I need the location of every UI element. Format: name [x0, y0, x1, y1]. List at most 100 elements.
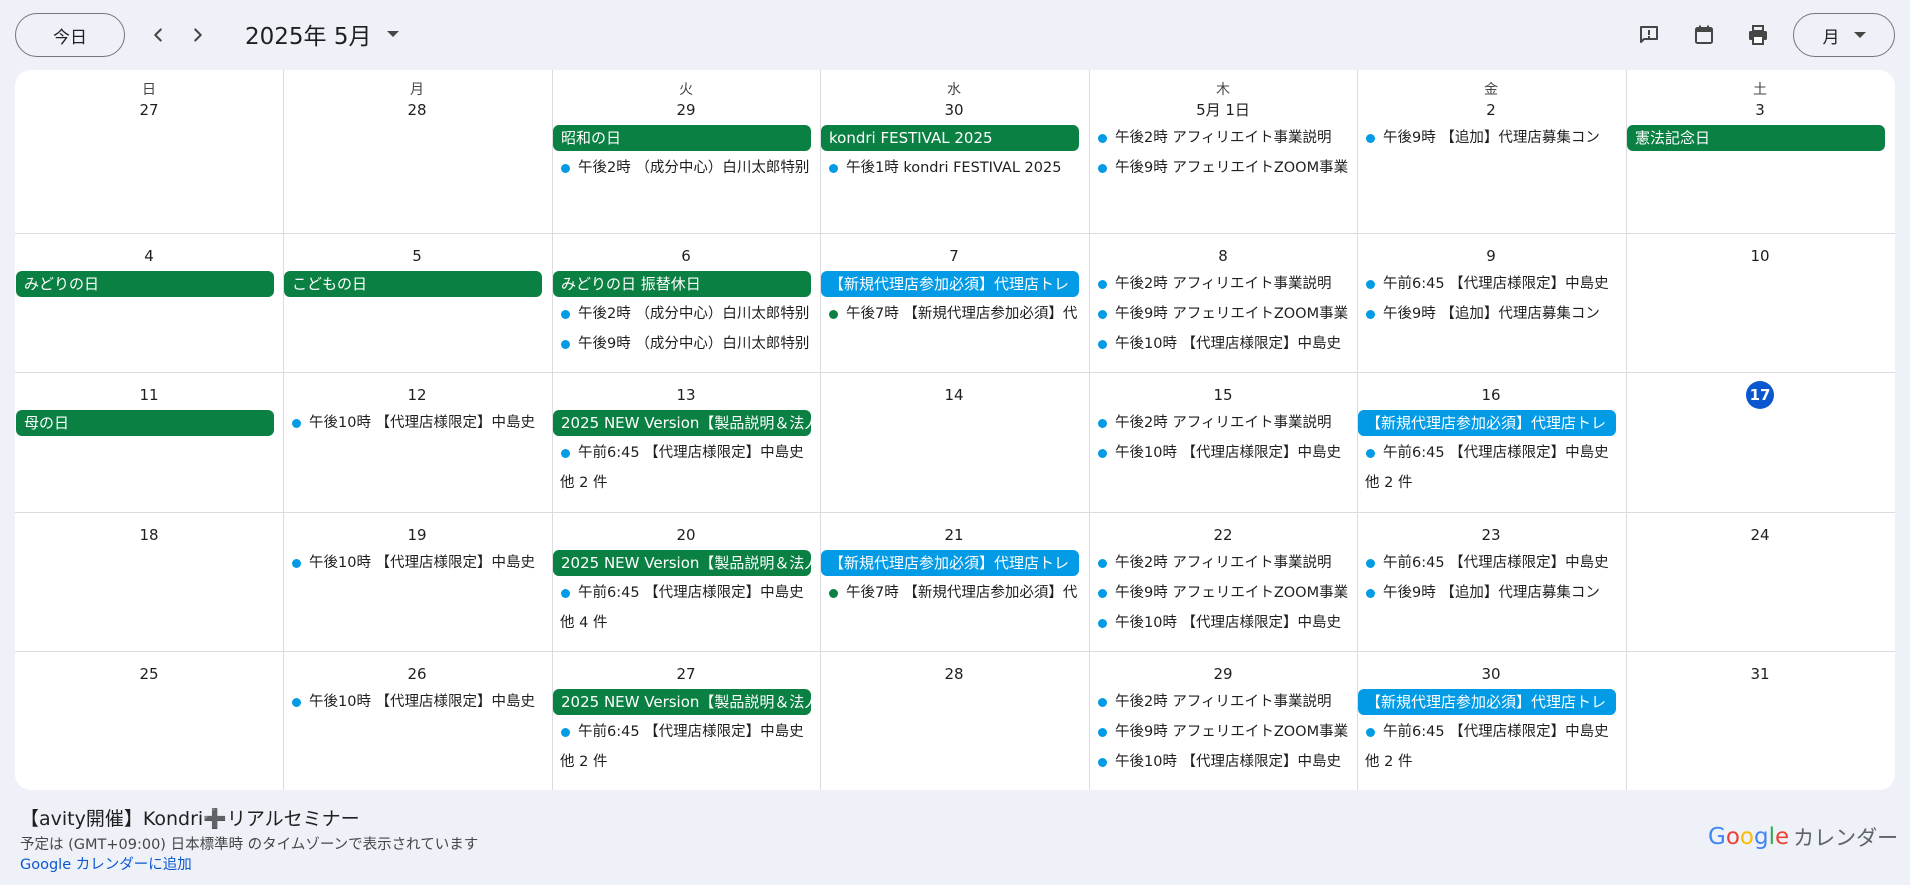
more-events-link[interactable]: 他 2 件: [552, 470, 607, 496]
all-day-event-chip[interactable]: 【新規代理店参加必須】代理店トレ: [1358, 410, 1616, 436]
timed-event[interactable]: 午後7時 【新規代理店参加必須】代: [820, 580, 1085, 606]
day-number[interactable]: 3: [1626, 96, 1894, 124]
prev-month-button[interactable]: [142, 19, 174, 51]
day-number[interactable]: 2: [1357, 96, 1625, 124]
timed-event[interactable]: 午前6:45 【代理店様限定】中島史: [1357, 719, 1622, 745]
all-day-event-chip[interactable]: 2025 NEW Version【製品説明＆法人: [553, 550, 811, 576]
day-cell[interactable]: [552, 70, 820, 233]
feedback-button[interactable]: [1633, 19, 1665, 51]
timed-event[interactable]: 午後10時 【代理店様限定】中島史: [283, 550, 548, 576]
timed-event[interactable]: 午後9時 アフェリエイトZOOM事業: [1089, 580, 1354, 606]
timed-event[interactable]: 午後2時 アフィリエイト事業説明: [1089, 125, 1354, 151]
day-number[interactable]: 30: [820, 96, 1088, 124]
more-events-link[interactable]: 他 2 件: [1357, 470, 1412, 496]
day-number[interactable]: 21: [820, 521, 1088, 549]
day-number[interactable]: 15: [1089, 381, 1357, 409]
day-number[interactable]: 28: [283, 96, 551, 124]
all-day-event-chip[interactable]: こどもの日: [284, 271, 542, 297]
day-number[interactable]: 12: [283, 381, 551, 409]
timed-event[interactable]: 午前6:45 【代理店様限定】中島史: [552, 580, 817, 606]
view-selector[interactable]: 月: [1793, 13, 1895, 57]
timed-event[interactable]: 午後9時 【追加】代理店募集コン: [1357, 301, 1622, 327]
day-number[interactable]: 11: [15, 381, 283, 409]
all-day-event-chip[interactable]: 【新規代理店参加必須】代理店トレ: [821, 271, 1079, 297]
day-number[interactable]: 14: [820, 381, 1088, 409]
all-day-event-chip[interactable]: 2025 NEW Version【製品説明＆法人: [553, 410, 811, 436]
day-number[interactable]: 5: [283, 242, 551, 270]
day-number[interactable]: 29: [552, 96, 820, 124]
day-number[interactable]: 20: [552, 521, 820, 549]
day-number[interactable]: 27: [15, 96, 283, 124]
timed-event[interactable]: 午後10時 【代理店様限定】中島史: [1089, 610, 1354, 636]
day-number[interactable]: 24: [1626, 521, 1894, 549]
day-number[interactable]: 28: [820, 660, 1088, 688]
timed-event[interactable]: 午前6:45 【代理店様限定】中島史: [1357, 550, 1622, 576]
timed-event[interactable]: 午後2時 アフィリエイト事業説明: [1089, 550, 1354, 576]
day-cell[interactable]: [1626, 70, 1895, 233]
day-number[interactable]: 9: [1357, 242, 1625, 270]
day-number[interactable]: 26: [283, 660, 551, 688]
day-number[interactable]: 16: [1357, 381, 1625, 409]
day-cell[interactable]: [283, 70, 552, 233]
calendar-view-button[interactable]: [1688, 19, 1720, 51]
day-number[interactable]: 8: [1089, 242, 1357, 270]
day-number[interactable]: 31: [1626, 660, 1894, 688]
print-button[interactable]: [1742, 19, 1774, 51]
timed-event[interactable]: 午後7時 【新規代理店参加必須】代: [820, 301, 1085, 327]
timed-event[interactable]: 午後10時 【代理店様限定】中島史: [1089, 331, 1354, 357]
timed-event[interactable]: 午後9時 アフェリエイトZOOM事業: [1089, 719, 1354, 745]
more-events-link[interactable]: 他 4 件: [552, 610, 607, 636]
all-day-event-chip[interactable]: kondri FESTIVAL 2025: [821, 125, 1079, 151]
day-number[interactable]: 18: [15, 521, 283, 549]
all-day-event-chip[interactable]: 2025 NEW Version【製品説明＆法人: [553, 689, 811, 715]
month-selector[interactable]: 2025年 5月: [245, 14, 400, 54]
day-number[interactable]: 29: [1089, 660, 1357, 688]
day-cell[interactable]: [1357, 70, 1626, 233]
timed-event[interactable]: 午後9時 アフェリエイトZOOM事業: [1089, 155, 1354, 181]
day-cell[interactable]: [1089, 70, 1357, 233]
timed-event[interactable]: 午後10時 【代理店様限定】中島史: [1089, 440, 1354, 466]
day-number[interactable]: 23: [1357, 521, 1625, 549]
timed-event[interactable]: 午後1時 kondri FESTIVAL 2025: [820, 155, 1085, 181]
timed-event[interactable]: 午後2時 （成分中心）白川太郎特别: [552, 301, 817, 327]
day-number[interactable]: 4: [15, 242, 283, 270]
timed-event[interactable]: 午後9時 【追加】代理店募集コン: [1357, 580, 1622, 606]
all-day-event-chip[interactable]: 憲法記念日: [1627, 125, 1885, 151]
day-number[interactable]: 22: [1089, 521, 1357, 549]
more-events-link[interactable]: 他 2 件: [552, 749, 607, 775]
all-day-event-chip[interactable]: 【新規代理店参加必須】代理店トレ: [821, 550, 1079, 576]
timed-event[interactable]: 午後10時 【代理店様限定】中島史: [283, 410, 548, 436]
day-number[interactable]: 7: [820, 242, 1088, 270]
day-number[interactable]: 19: [283, 521, 551, 549]
all-day-event-chip[interactable]: 昭和の日: [553, 125, 811, 151]
timed-event[interactable]: 午後9時 【追加】代理店募集コン: [1357, 125, 1622, 151]
timed-event[interactable]: 午前6:45 【代理店様限定】中島史: [552, 440, 817, 466]
day-number[interactable]: 27: [552, 660, 820, 688]
all-day-event-chip[interactable]: みどりの日 振替休日: [553, 271, 811, 297]
timed-event[interactable]: 午後9時 （成分中心）白川太郎特别: [552, 331, 817, 357]
timed-event[interactable]: 午後2時 （成分中心）白川太郎特别: [552, 155, 817, 181]
add-to-google-calendar-link[interactable]: Google カレンダーに追加: [20, 853, 192, 874]
timed-event[interactable]: 午前6:45 【代理店様限定】中島史: [1357, 271, 1622, 297]
all-day-event-chip[interactable]: 母の日: [16, 410, 274, 436]
day-number[interactable]: 30: [1357, 660, 1625, 688]
day-number[interactable]: 10: [1626, 242, 1894, 270]
day-cell[interactable]: [820, 70, 1089, 233]
today-button[interactable]: 今日: [15, 13, 125, 57]
timed-event[interactable]: 午前6:45 【代理店様限定】中島史: [552, 719, 817, 745]
all-day-event-chip[interactable]: 【新規代理店参加必須】代理店トレ: [1358, 689, 1616, 715]
day-number[interactable]: 5月 1日: [1089, 96, 1357, 124]
next-month-button[interactable]: [182, 19, 214, 51]
timed-event[interactable]: 午後10時 【代理店様限定】中島史: [283, 689, 548, 715]
timed-event[interactable]: 午後2時 アフィリエイト事業説明: [1089, 689, 1354, 715]
timed-event[interactable]: 午後2時 アフィリエイト事業説明: [1089, 410, 1354, 436]
timed-event[interactable]: 午前6:45 【代理店様限定】中島史: [1357, 440, 1622, 466]
timed-event[interactable]: 午後10時 【代理店様限定】中島史: [1089, 749, 1354, 775]
day-number[interactable]: 13: [552, 381, 820, 409]
day-number[interactable]: 25: [15, 660, 283, 688]
timed-event[interactable]: 午後9時 アフェリエイトZOOM事業: [1089, 301, 1354, 327]
day-number[interactable]: 6: [552, 242, 820, 270]
day-cell[interactable]: [15, 70, 283, 233]
timed-event[interactable]: 午後2時 アフィリエイト事業説明: [1089, 271, 1354, 297]
more-events-link[interactable]: 他 2 件: [1357, 749, 1412, 775]
